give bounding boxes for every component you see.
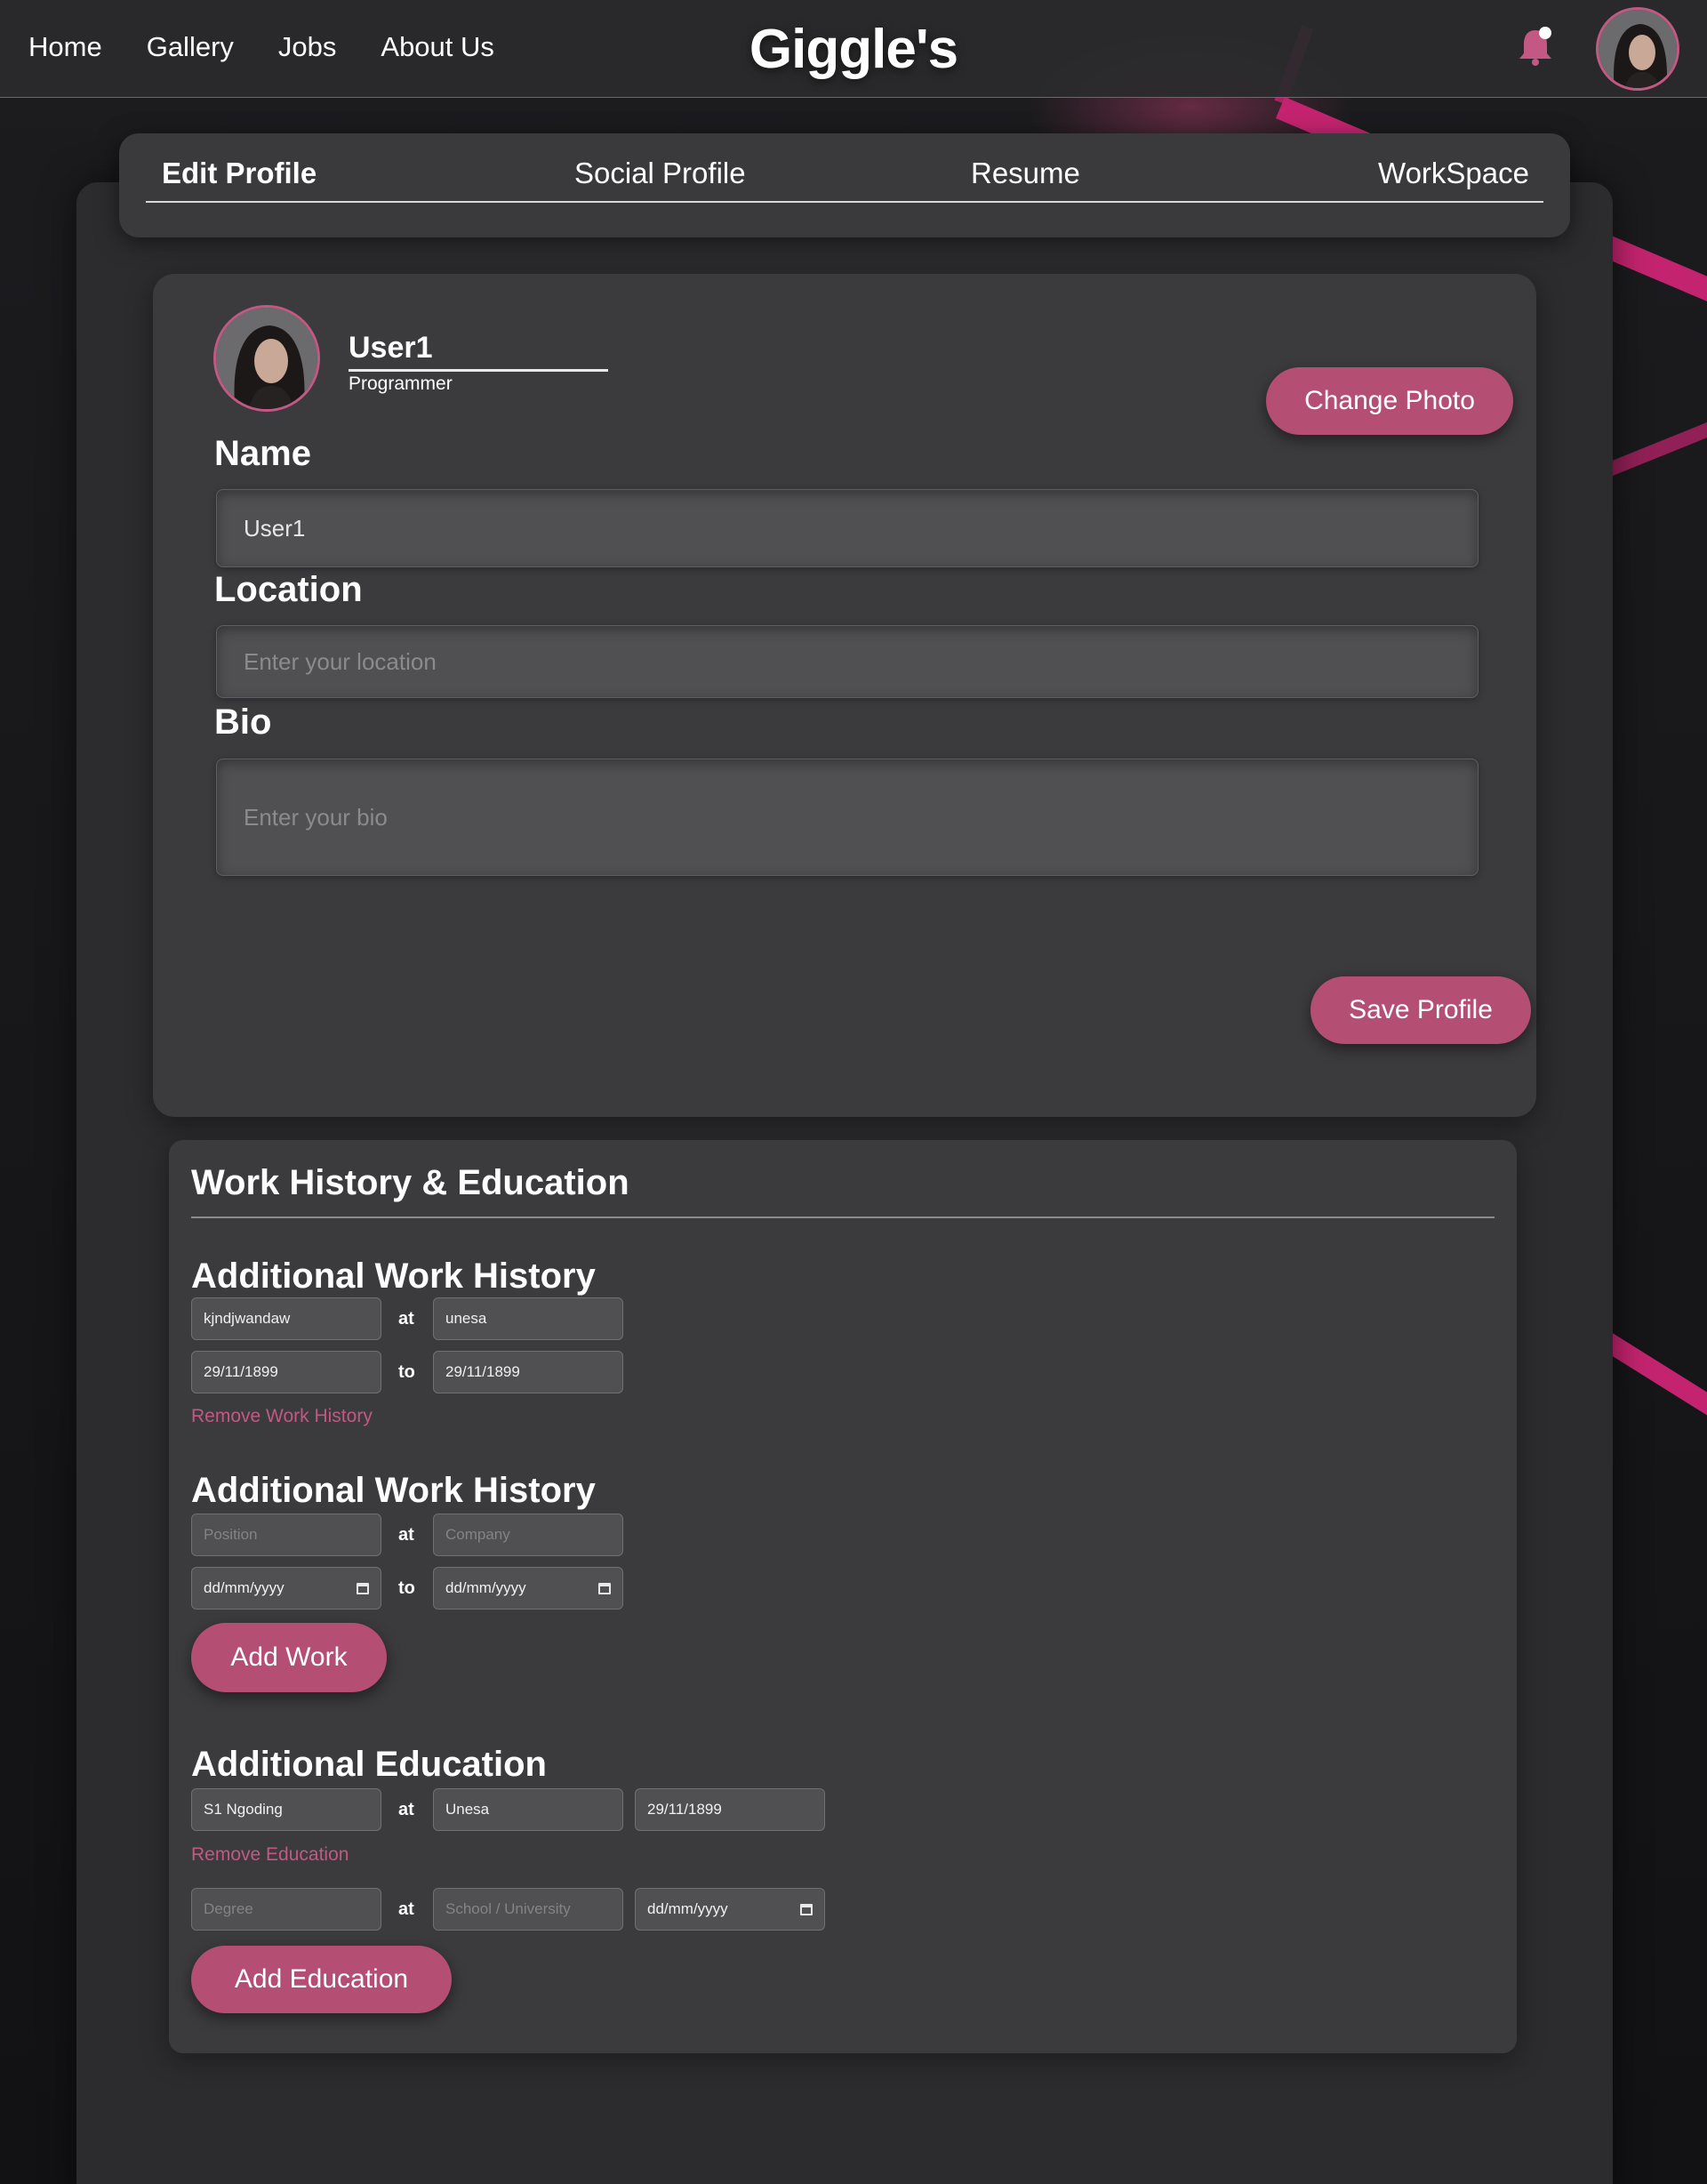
nav-gallery-link[interactable]: Gallery [147, 31, 234, 63]
tab-workspace[interactable]: WorkSpace [1378, 157, 1529, 190]
work-history-heading: Additional Work History [191, 1257, 596, 1296]
tab-list: Edit Profile Social Profile Resume WorkS… [146, 157, 1543, 203]
new-edu-date-field[interactable]: dd/mm/yyyy [635, 1888, 825, 1931]
remove-education-link[interactable]: Remove Education [191, 1844, 349, 1866]
new-work-position-field[interactable]: Position [191, 1514, 381, 1556]
at-label: at [398, 1309, 414, 1329]
tab-edit-profile[interactable]: Edit Profile [162, 157, 317, 190]
profile-card: User1 Programmer Change Photo Name Locat… [153, 274, 1536, 1117]
new-work-end-date-field[interactable]: dd/mm/yyyy [433, 1567, 623, 1610]
date-placeholder: dd/mm/yyyy [445, 1579, 526, 1596]
work-history-card: Work History & Education Additional Work… [169, 1140, 1517, 2053]
at-label: at [398, 1899, 414, 1919]
new-edu-school-field[interactable]: School / University [433, 1888, 623, 1931]
name-label: Name [214, 434, 311, 473]
at-label: at [398, 1525, 414, 1545]
new-work-start-date-field[interactable]: dd/mm/yyyy [191, 1567, 381, 1610]
calendar-icon[interactable] [357, 1583, 369, 1594]
work-start-date-field[interactable]: 29/11/1899 [191, 1351, 381, 1393]
education-heading: Additional Education [191, 1745, 547, 1784]
profile-avatar [213, 305, 320, 412]
add-work-button[interactable]: Add Work [191, 1623, 387, 1692]
work-position-field[interactable]: kjndjwandaw [191, 1297, 381, 1340]
new-work-company-field[interactable]: Company [433, 1514, 623, 1556]
edu-school-field[interactable]: Unesa [433, 1788, 623, 1831]
to-label: to [398, 1362, 415, 1382]
new-edu-degree-field[interactable]: Degree [191, 1888, 381, 1931]
profile-tabs: Edit Profile Social Profile Resume WorkS… [119, 133, 1570, 237]
bio-field[interactable] [216, 759, 1479, 876]
name-field[interactable] [216, 489, 1479, 567]
location-label: Location [214, 570, 363, 609]
title-divider [191, 1216, 1495, 1218]
profile-username: User1 [349, 331, 433, 365]
username-underline [349, 369, 608, 372]
date-placeholder: dd/mm/yyyy [204, 1579, 284, 1596]
edu-degree-field[interactable]: S1 Ngoding [191, 1788, 381, 1831]
at-label: at [398, 1800, 414, 1819]
user-avatar[interactable] [1596, 7, 1679, 91]
add-education-button[interactable]: Add Education [191, 1946, 452, 2013]
edu-date-field[interactable]: 29/11/1899 [635, 1788, 825, 1831]
nav-jobs-link[interactable]: Jobs [278, 31, 336, 63]
profile-role: Programmer [349, 373, 453, 394]
nav-about-link[interactable]: About Us [381, 31, 494, 63]
work-history-title: Work History & Education [191, 1163, 629, 1202]
save-profile-button[interactable]: Save Profile [1310, 976, 1531, 1044]
work-end-date-field[interactable]: 29/11/1899 [433, 1351, 623, 1393]
remove-work-history-link[interactable]: Remove Work History [191, 1406, 373, 1427]
tab-social-profile[interactable]: Social Profile [574, 157, 746, 190]
date-placeholder: dd/mm/yyyy [647, 1900, 728, 1917]
calendar-icon[interactable] [800, 1904, 813, 1915]
work-company-field[interactable]: unesa [433, 1297, 623, 1340]
bio-label: Bio [214, 703, 272, 742]
bell-icon[interactable] [1516, 25, 1555, 68]
change-photo-button[interactable]: Change Photo [1266, 367, 1513, 435]
top-bar: Home Gallery Jobs About Us Giggle's [0, 0, 1707, 98]
work-history-heading: Additional Work History [191, 1471, 596, 1510]
main-nav: Home Gallery Jobs About Us [28, 31, 494, 63]
calendar-icon[interactable] [598, 1583, 611, 1594]
background-streak [1607, 396, 1707, 477]
location-field[interactable] [216, 625, 1479, 698]
tab-resume[interactable]: Resume [971, 157, 1080, 190]
nav-home-link[interactable]: Home [28, 31, 102, 63]
to-label: to [398, 1578, 415, 1598]
